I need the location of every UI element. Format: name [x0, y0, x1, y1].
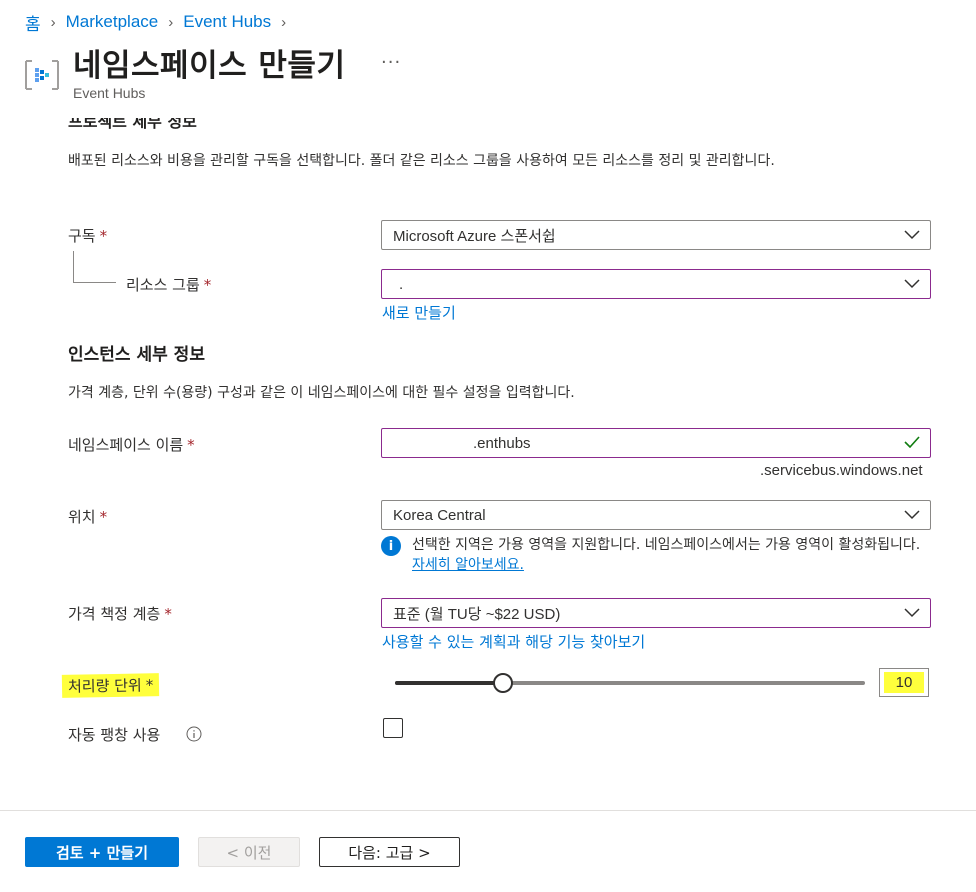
throughput-value: 10: [883, 672, 925, 693]
namespace-label: 네임스페이스 이름 *: [68, 436, 195, 454]
location-value: Korea Central: [393, 506, 486, 524]
namespace-value: .enthubs: [473, 434, 531, 452]
location-info: 선택한 지역은 가용 영역을 지원합니다. 네임스페이스에서는 가용 영역이 활…: [412, 535, 922, 575]
instance-section-title: 인스턴스 세부 정보: [68, 345, 205, 365]
learn-more-link[interactable]: 자세히 알아보세요.: [412, 557, 524, 573]
instance-description: 가격 계층, 단위 수(용량) 구성과 같은 이 네임스페이스에 대한 필수 설…: [68, 385, 575, 401]
pricing-tier-dropdown[interactable]: 표준 (월 TU당 ~$22 USD): [381, 598, 931, 628]
resource-group-value: .: [399, 275, 404, 293]
event-hubs-icon: [25, 60, 59, 90]
info-circle-icon[interactable]: [186, 726, 202, 742]
namespace-input[interactable]: .enthubs: [381, 428, 931, 458]
location-info-text: 선택한 지역은 가용 영역을 지원합니다. 네임스페이스에서는 가용 영역이 활…: [412, 537, 921, 553]
throughput-value-box[interactable]: 10: [879, 668, 929, 697]
more-options-icon[interactable]: ···: [381, 52, 401, 73]
next-advanced-button[interactable]: 다음: 고급 >: [319, 837, 460, 867]
chevron-right-icon: ›: [168, 13, 174, 31]
tree-connector: [73, 251, 116, 283]
autoinflate-checkbox[interactable]: [383, 718, 403, 738]
breadcrumb-event-hubs[interactable]: Event Hubs: [183, 12, 271, 32]
location-dropdown[interactable]: Korea Central: [381, 500, 931, 530]
subscription-value: Microsoft Azure 스폰서쉽: [393, 227, 556, 245]
breadcrumb-home[interactable]: 홈: [25, 10, 41, 35]
subscription-label: 구독 *: [68, 227, 108, 245]
throughput-slider-fill: [395, 681, 504, 685]
info-icon: i: [381, 536, 401, 556]
throughput-label: 처리량 단위 *: [61, 673, 160, 698]
chevron-down-icon: [904, 510, 920, 520]
subscription-dropdown[interactable]: Microsoft Azure 스폰서쉽: [381, 220, 931, 250]
create-new-link[interactable]: 새로 만들기: [382, 302, 456, 323]
project-section-title: 프로젝트 세부 정보: [68, 112, 197, 131]
project-description: 배포된 리소스와 비용을 관리할 구독을 선택합니다. 폴더 같은 리소스 그룹…: [68, 153, 775, 169]
throughput-slider-thumb[interactable]: [493, 673, 514, 693]
namespace-suffix: .servicebus.windows.net: [760, 462, 923, 479]
page-subtitle: Event Hubs: [73, 85, 146, 101]
autoinflate-label: 자동 팽창 사용: [68, 726, 161, 744]
page-title: 네임스페이스 만들기: [73, 48, 346, 84]
chevron-right-icon: ›: [50, 13, 56, 31]
location-label: 위치 *: [68, 508, 108, 526]
breadcrumb-marketplace[interactable]: Marketplace: [66, 12, 159, 32]
browse-plans-link[interactable]: 사용할 수 있는 계획과 해당 기능 찾아보기: [382, 631, 645, 652]
footer-divider: [0, 810, 976, 811]
previous-button[interactable]: < 이전: [198, 837, 300, 867]
chevron-down-icon: [904, 279, 920, 289]
pricing-value: 표준 (월 TU당 ~$22 USD): [393, 605, 561, 623]
chevron-right-icon: ›: [281, 13, 287, 31]
review-create-button[interactable]: 검토 + 만들기: [25, 837, 179, 867]
chevron-down-icon: [904, 230, 920, 240]
pricing-label: 가격 책정 계층 *: [68, 605, 172, 623]
resource-group-dropdown[interactable]: .: [381, 269, 931, 299]
checkmark-icon: [904, 436, 920, 448]
breadcrumb: 홈 › Marketplace › Event Hubs ›: [25, 10, 287, 35]
resource-group-label: 리소스 그룹 *: [126, 276, 212, 294]
chevron-down-icon: [904, 608, 920, 618]
